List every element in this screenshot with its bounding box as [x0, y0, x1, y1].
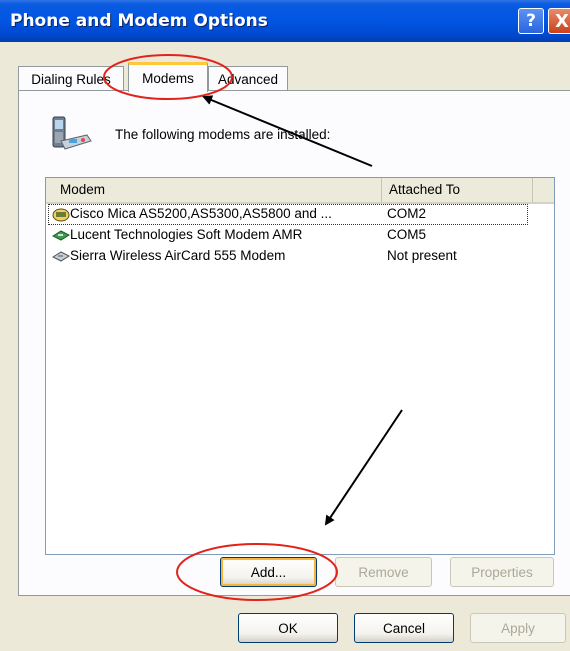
apply-button-label: Apply — [501, 620, 535, 636]
close-icon: X — [555, 10, 569, 32]
attached-port: Not present — [387, 248, 457, 263]
cancel-button[interactable]: Cancel — [354, 613, 454, 643]
attached-port: COM5 — [387, 227, 427, 242]
tab-dialing-rules[interactable]: Dialing Rules — [18, 66, 124, 91]
window-title: Phone and Modem Options — [10, 11, 268, 31]
remove-button-label: Remove — [358, 564, 409, 580]
list-item[interactable]: Cisco Mica AS5200,AS5300,AS5800 and ... … — [48, 204, 528, 225]
column-header-attached-to[interactable]: Attached To — [383, 178, 533, 202]
tab-label: Advanced — [217, 71, 279, 87]
apply-button[interactable]: Apply — [470, 613, 566, 643]
phone-and-modem-options-dialog: Phone and Modem Options ? X Dialing Rule… — [0, 0, 570, 651]
title-bar[interactable]: Phone and Modem Options ? X — [0, 0, 570, 42]
list-header: Modem Attached To — [46, 178, 554, 204]
list-item[interactable]: Sierra Wireless AirCard 555 Modem Not pr… — [48, 246, 528, 267]
modem-device-icon — [52, 251, 70, 262]
add-button[interactable]: Add... — [220, 557, 317, 587]
ok-button[interactable]: OK — [238, 613, 338, 643]
modem-device-icon — [52, 208, 70, 222]
ok-button-label: OK — [278, 620, 298, 636]
remove-button[interactable]: Remove — [335, 557, 432, 587]
attached-port: COM2 — [387, 206, 427, 221]
modem-name: Lucent Technologies Soft Modem AMR — [70, 227, 303, 242]
installed-modems-label: The following modems are installed: — [115, 127, 331, 142]
add-button-label: Add... — [250, 564, 287, 580]
modems-tab-panel: The following modems are installed: Mode… — [18, 90, 570, 596]
modem-list[interactable]: Modem Attached To Cisco Mica AS5200,AS53… — [45, 177, 555, 555]
properties-button-label: Properties — [471, 564, 533, 580]
list-item[interactable]: Lucent Technologies Soft Modem AMR COM5 — [48, 225, 528, 246]
modem-phone-icon — [52, 116, 92, 150]
column-header-modem[interactable]: Modem — [46, 178, 382, 202]
modem-device-icon — [52, 230, 70, 241]
modem-name: Sierra Wireless AirCard 555 Modem — [70, 248, 286, 263]
tab-modems[interactable]: Modems — [128, 62, 208, 92]
tab-advanced[interactable]: Advanced — [208, 66, 288, 91]
properties-button[interactable]: Properties — [450, 557, 554, 587]
help-icon: ? — [526, 11, 536, 31]
tab-label: Dialing Rules — [31, 71, 111, 87]
modem-name: Cisco Mica AS5200,AS5300,AS5800 and ... — [70, 206, 332, 221]
tab-label: Modems — [142, 71, 194, 86]
cancel-button-label: Cancel — [382, 620, 426, 636]
help-button[interactable]: ? — [518, 8, 544, 34]
close-button[interactable]: X — [548, 8, 570, 34]
